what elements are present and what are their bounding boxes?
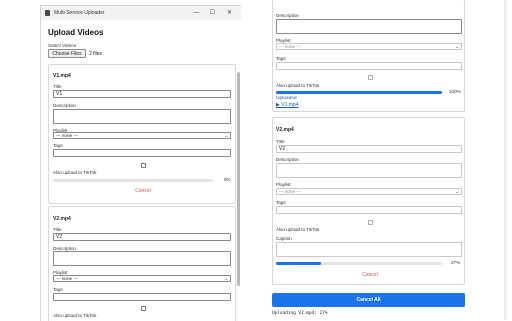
chevron-down-icon: ⌄ <box>455 189 459 194</box>
cancel-button[interactable]: Cancel <box>350 272 390 278</box>
status-line: Uploading V2.mp4: 27% <box>272 311 328 316</box>
page-heading: Upload Videos <box>48 28 104 37</box>
scrollbar-track[interactable] <box>504 0 507 320</box>
uploaded-video-link[interactable]: ▶ V1.mp4 <box>276 102 298 108</box>
description-textarea[interactable] <box>276 163 462 178</box>
tags-label: Tags <box>53 287 63 292</box>
playlist-value: --- none --- <box>279 189 301 194</box>
description-label: Description <box>276 157 299 162</box>
caption-textarea[interactable] <box>276 242 462 257</box>
playlist-value: --- none --- <box>56 276 78 281</box>
title-label: Title <box>276 139 285 144</box>
card-title: V1.mp4 <box>53 73 71 79</box>
uploaded-status: Uploaded <box>276 96 297 101</box>
files-count: 2 files <box>89 51 103 57</box>
tags-input[interactable] <box>53 293 231 301</box>
chevron-down-icon: ⌄ <box>455 44 459 49</box>
tiktok-label: Also upload to TikTok <box>53 170 97 175</box>
video-card-v2-uploading: V2.mp4 Title V2 Description Playlist ---… <box>272 117 465 285</box>
tiktok-checkbox[interactable] <box>368 220 373 225</box>
description-textarea[interactable] <box>276 19 462 34</box>
app-window: Multi-Service Uploader — ☐ ✕ Upload Vide… <box>40 5 241 321</box>
description-textarea[interactable] <box>53 251 231 266</box>
maximize-button[interactable]: ☐ <box>207 8 218 18</box>
progress-bar <box>53 179 213 182</box>
close-button[interactable]: ✕ <box>224 8 235 18</box>
video-card-v1: V1.mp4 Title V1 Description Playlist ---… <box>48 64 236 204</box>
tags-input[interactable] <box>53 149 231 157</box>
progress-fill <box>276 91 442 94</box>
playlist-label: Playlist <box>276 182 291 187</box>
tags-input[interactable] <box>276 62 462 70</box>
playlist-select[interactable]: --- none --- ⌄ <box>276 188 462 195</box>
video-card-v2: V2.mp4 Title V2 Description Playlist ---… <box>48 206 236 321</box>
chevron-down-icon: ⌄ <box>224 276 228 281</box>
progress-percent: 27% <box>451 260 461 265</box>
progress-percent: 0% <box>224 177 231 182</box>
tiktok-label: Also upload to TikTok <box>53 313 97 318</box>
tiktok-checkbox[interactable] <box>141 163 146 168</box>
tiktok-label: Also upload to TikTok <box>276 227 320 232</box>
title-input[interactable]: V1 <box>53 90 231 98</box>
scrollbar-thumb[interactable] <box>237 72 240 286</box>
progress-bar <box>276 91 442 94</box>
tiktok-checkbox[interactable] <box>368 75 373 80</box>
minimize-button[interactable]: — <box>191 8 202 18</box>
cancel-all-button[interactable]: Cancel All <box>272 293 465 307</box>
description-label: Description <box>276 13 299 18</box>
tiktok-checkbox[interactable] <box>141 306 146 311</box>
chevron-down-icon: ⌄ <box>224 133 228 138</box>
playlist-value: --- none --- <box>279 44 301 49</box>
select-videos-label: Select Videos <box>48 43 77 48</box>
card-title: V2.mp4 <box>276 127 294 133</box>
tiktok-label: Also upload to TikTok <box>276 83 320 88</box>
choose-files-button[interactable]: Choose Files <box>48 49 86 58</box>
title-input[interactable]: V2 <box>276 145 462 153</box>
cancel-button[interactable]: Cancel <box>123 188 163 194</box>
tags-input[interactable] <box>276 206 462 214</box>
tags-label: Tags <box>276 56 286 61</box>
playlist-select[interactable]: --- none --- ⌄ <box>53 132 231 139</box>
progress-fill <box>276 262 321 265</box>
tags-label: Tags <box>276 200 286 205</box>
title-input[interactable]: V2 <box>53 233 231 241</box>
title-label: Title <box>53 84 62 89</box>
title-label: Title <box>53 227 62 232</box>
app-icon <box>45 10 50 16</box>
description-textarea[interactable] <box>53 109 231 124</box>
video-card-v1-uploaded: Description Playlist --- none --- ⌄ Tags… <box>272 0 465 112</box>
progress-bar <box>276 262 442 265</box>
progress-percent: 100% <box>449 89 461 94</box>
playlist-select[interactable]: --- none --- ⌄ <box>53 275 231 282</box>
caption-label: Caption <box>276 236 292 241</box>
tags-label: Tags <box>53 143 63 148</box>
description-label: Description <box>53 103 76 108</box>
playlist-value: --- none --- <box>56 133 78 138</box>
playlist-select[interactable]: --- none --- ⌄ <box>276 43 462 50</box>
window-title: Multi-Service Uploader <box>54 10 105 16</box>
title-bar[interactable]: Multi-Service Uploader — ☐ ✕ <box>41 6 241 20</box>
card-title: V2.mp4 <box>53 216 71 222</box>
